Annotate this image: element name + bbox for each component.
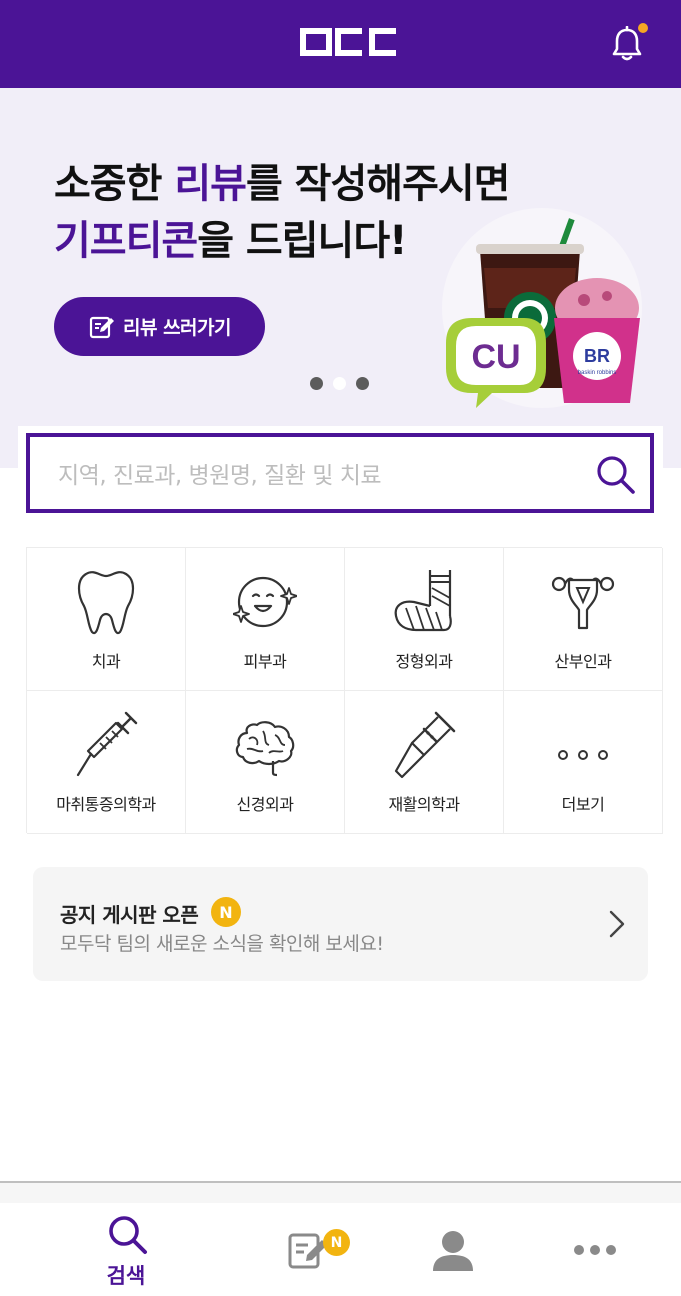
category-label: 산부인과 [554, 652, 612, 671]
pager-dot[interactable] [356, 377, 369, 390]
edit-icon [89, 316, 114, 339]
new-badge: N [211, 897, 241, 927]
br-logo-subtext: baskin robbins [578, 370, 617, 376]
face-sparkle-icon [233, 576, 297, 628]
tab-search[interactable]: 검색 [66, 1203, 186, 1296]
search-icon[interactable] [595, 454, 637, 496]
gifticon-promo-illustration: BR baskin robbins CU [442, 208, 642, 408]
category-more[interactable]: 더보기 [504, 691, 663, 834]
more-dots-icon [558, 750, 608, 760]
pager-dot-active[interactable] [333, 377, 346, 390]
category-anesthesiology[interactable]: 마취통증의학과 [27, 691, 186, 834]
crutch-icon [394, 711, 456, 779]
brain-icon [235, 721, 295, 777]
bottom-tab-bar: 검색 N [0, 1203, 681, 1296]
category-label: 피부과 [243, 652, 287, 671]
tab-review[interactable]: N [250, 1203, 370, 1296]
br-logo-text: BR [584, 346, 610, 366]
chevron-right-icon [609, 910, 625, 938]
search-placeholder: 지역, 진료과, 병원명, 질환 및 치료 [58, 463, 382, 489]
notice-title: 공지 게시판 오픈 [60, 903, 199, 927]
banner-pager [310, 377, 369, 390]
tabbar-spacer [0, 1183, 681, 1203]
search-input[interactable]: 지역, 진료과, 병원명, 질환 및 치료 [26, 433, 654, 513]
notice-board-card[interactable]: 공지 게시판 오픈 N 모두닥 팀의 새로운 소식을 확인해 보세요! [33, 867, 648, 981]
category-dermatology[interactable]: 피부과 [186, 548, 345, 691]
cu-logo-text: CU [471, 338, 520, 376]
write-review-label: 리뷰 쓰러가기 [123, 317, 232, 339]
category-label: 신경외과 [236, 795, 294, 814]
category-neurosurgery[interactable]: 신경외과 [186, 691, 345, 834]
review-new-badge: N [323, 1229, 350, 1256]
notice-subtitle: 모두닥 팀의 새로운 소식을 확인해 보세요! [60, 933, 384, 955]
tooth-icon [77, 571, 135, 635]
tab-more[interactable] [535, 1203, 655, 1296]
category-orthopedics[interactable]: 정형외과 [345, 548, 504, 691]
category-label: 치과 [91, 652, 121, 671]
notification-dot [638, 23, 648, 33]
category-dentistry[interactable]: 치과 [27, 548, 186, 691]
category-label: 정형외과 [395, 652, 453, 671]
category-obgyn[interactable]: 산부인과 [504, 548, 663, 691]
tab-search-label: 검색 [106, 1264, 146, 1288]
tab-profile[interactable] [393, 1203, 513, 1296]
top-app-bar [0, 0, 681, 88]
profile-icon [433, 1231, 473, 1271]
category-label: 재활의학과 [388, 795, 460, 814]
promo-banner[interactable]: 소중한 리뷰를 작성해주시면 기프티콘을 드립니다! 리뷰 쓰러가기 BR ba… [0, 88, 681, 468]
uterus-icon [551, 576, 615, 630]
syringe-icon [76, 711, 138, 777]
search-icon [109, 1216, 147, 1254]
search-section: 지역, 진료과, 병원명, 질환 및 치료 [18, 426, 663, 520]
pager-dot[interactable] [310, 377, 323, 390]
category-grid: 치과 피부과 정형외과 산부인과 마취통증의학과 신경외과 재활의학과 더보기 [26, 547, 663, 834]
category-label: 마취통증의학과 [56, 795, 156, 814]
cast-icon [394, 570, 452, 632]
review-edit-icon [288, 1233, 327, 1269]
app-logo[interactable] [300, 28, 398, 56]
write-review-button[interactable]: 리뷰 쓰러가기 [54, 297, 265, 356]
more-icon [574, 1245, 616, 1255]
category-rehabilitation[interactable]: 재활의학과 [345, 691, 504, 834]
category-label: 더보기 [561, 795, 605, 814]
